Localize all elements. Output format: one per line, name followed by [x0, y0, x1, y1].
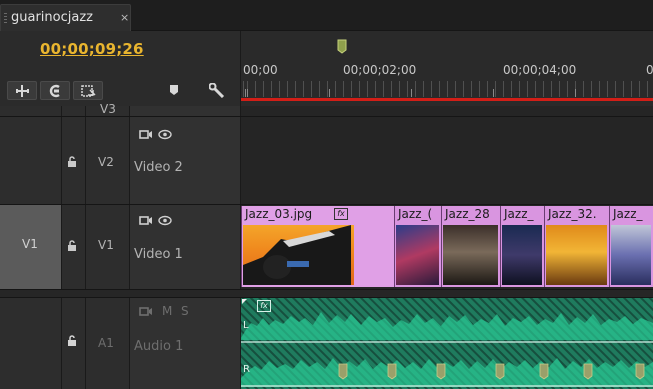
clip-thumbnail: [611, 225, 651, 285]
linked-selection-button[interactable]: [40, 81, 70, 100]
marker-button[interactable]: [162, 81, 186, 100]
track-header-v2: Video 2: [130, 117, 241, 204]
track-name-a1: A1: [98, 336, 114, 350]
track-target-v3[interactable]: V3: [86, 102, 130, 116]
snap-icon: [16, 85, 29, 97]
clip-name: Jazz_32.: [548, 207, 597, 221]
playhead-timecode[interactable]: 00;00;09;26: [40, 40, 144, 58]
clip-jazz-28[interactable]: Jazz_28: [441, 206, 500, 287]
clip-name: Jazz_03.jpg: [245, 207, 313, 221]
track-lane-v3[interactable]: [241, 106, 653, 116]
fx-icon: fx: [257, 300, 271, 312]
ruler-major-ticks: [241, 89, 653, 97]
clip-thumbnail: [396, 225, 439, 285]
clip-name: Jazz_(: [398, 207, 433, 221]
track-target-a1[interactable]: A1: [86, 298, 130, 389]
lock-icon[interactable]: [66, 335, 78, 347]
marker-icon: [170, 85, 178, 95]
mute-button[interactable]: M: [162, 304, 172, 318]
work-area-bar[interactable]: [241, 98, 653, 101]
toggle-sync-lock-icon[interactable]: [139, 306, 153, 317]
track-label-a1: Audio 1: [134, 339, 184, 354]
timeline-header: 00;00;09;26: [0, 31, 241, 106]
panel-tab-bar: guarinocjazz ×: [0, 0, 653, 31]
ruler-label: 00;00;04;00: [503, 63, 577, 77]
solo-button[interactable]: S: [181, 304, 189, 318]
clip-jazz-c[interactable]: Jazz_(: [394, 206, 441, 287]
track-name-v1: V1: [98, 238, 114, 252]
audio-waveform: [241, 298, 653, 389]
track-target-v2[interactable]: V2: [86, 117, 130, 204]
time-ruler[interactable]: 00;00 00;00;02;00 00;00;04;00 0: [241, 31, 653, 106]
settings-button[interactable]: [204, 81, 228, 100]
toggle-sync-lock-icon[interactable]: [139, 129, 153, 140]
clip-thumbnail: [243, 225, 354, 285]
track-label-v1: Video 1: [134, 247, 183, 262]
close-icon[interactable]: ×: [120, 11, 129, 24]
clip-jazz-03[interactable]: Jazz_03.jpg fx: [241, 206, 356, 287]
eye-icon[interactable]: [158, 215, 172, 226]
ruler-label: 0: [646, 63, 653, 77]
ruler-label: 00;00: [243, 63, 278, 77]
source-patch-v1[interactable]: V1: [0, 205, 62, 289]
lock-icon[interactable]: [66, 156, 78, 168]
playhead-handle[interactable]: [337, 39, 347, 54]
channel-right-label: R: [243, 364, 250, 375]
clip-name: Jazz_: [613, 207, 643, 221]
fx-badge: fx: [334, 208, 348, 220]
ruler-label: 00;00;02;00: [343, 63, 417, 77]
clip-gap[interactable]: [356, 206, 394, 287]
clip-thumbnail: [502, 225, 542, 285]
clip-thumbnail: [443, 225, 498, 285]
clip-name: Jazz_28: [445, 207, 490, 221]
channel-left-label: L: [243, 320, 249, 331]
clip-jazz-b[interactable]: Jazz_: [609, 206, 653, 287]
clip-name: Jazz_: [504, 207, 534, 221]
clip-jazz-a[interactable]: Jazz_: [500, 206, 544, 287]
snap-button[interactable]: [7, 81, 37, 100]
lock-column-v3-v2: [62, 106, 86, 204]
add-marker-button[interactable]: [73, 81, 103, 100]
wrench-icon: [209, 83, 225, 98]
linked-selection-icon: [49, 84, 60, 98]
track-label-v2: Video 2: [134, 160, 183, 175]
clip-thumbnail: [546, 225, 607, 285]
source-patch-a1[interactable]: [0, 298, 62, 389]
track-target-v1[interactable]: V1: [86, 205, 130, 289]
track-header-v1: Video 1: [130, 205, 241, 289]
audio-clip[interactable]: fx L R: [241, 298, 653, 389]
toggle-sync-lock-icon[interactable]: [139, 215, 153, 226]
source-patch-v2-v3[interactable]: [0, 106, 62, 204]
track-divider: [0, 290, 653, 297]
track-header-v3: [130, 106, 241, 116]
lock-icon[interactable]: [66, 240, 78, 252]
sequence-tab[interactable]: guarinocjazz ×: [0, 4, 131, 31]
eye-icon[interactable]: [158, 129, 172, 140]
add-marker-icon: [81, 85, 96, 97]
sequence-tab-title: guarinocjazz: [11, 10, 93, 25]
track-header-a1: M S Audio 1: [130, 298, 241, 389]
track-name-v3: V3: [100, 102, 116, 116]
clip-jazz-32[interactable]: Jazz_32.: [544, 206, 609, 287]
source-patch-label: V1: [22, 237, 38, 251]
track-name-v2: V2: [98, 155, 114, 169]
grip-icon[interactable]: [4, 13, 7, 25]
track-lane-v2[interactable]: [241, 117, 653, 204]
